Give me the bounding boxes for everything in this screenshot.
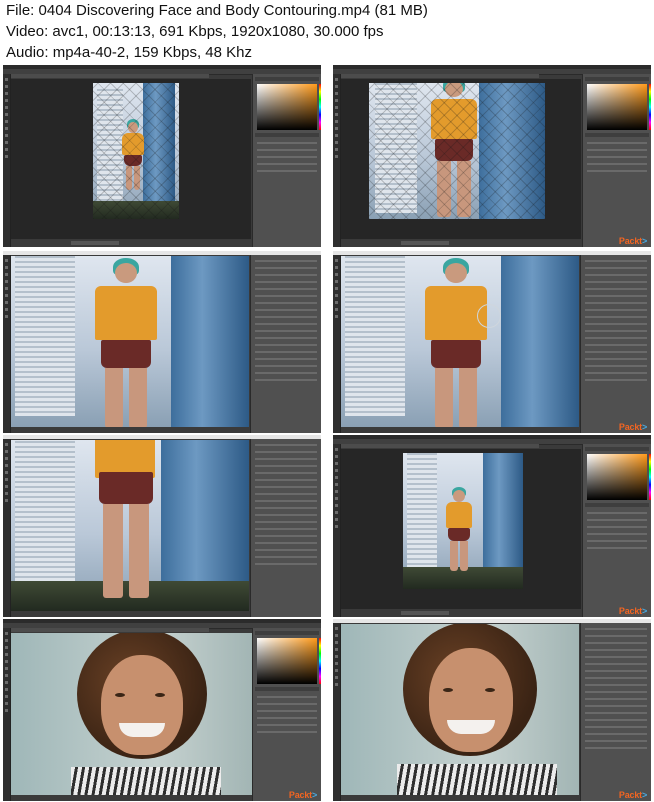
color-picker[interactable] <box>587 84 651 130</box>
liquify-tools[interactable] <box>333 623 341 801</box>
portrait-photo <box>341 624 579 795</box>
canvas[interactable] <box>341 79 581 239</box>
liquify-panel[interactable] <box>580 623 651 801</box>
properties-panel[interactable] <box>582 74 651 247</box>
portrait-photo <box>11 633 253 795</box>
brush-cursor <box>477 304 501 328</box>
status-bar <box>341 239 581 247</box>
color-picker[interactable] <box>587 454 651 500</box>
tools-panel[interactable] <box>333 444 341 617</box>
packt-logo: Packt> <box>618 606 647 616</box>
color-picker[interactable] <box>257 84 321 130</box>
thumbnail-7[interactable]: Packt> <box>2 618 322 802</box>
tools-panel[interactable] <box>333 74 341 247</box>
thumbnail-4[interactable]: Packt> <box>332 250 652 434</box>
status-bar <box>11 239 251 247</box>
video-info: Video: avc1, 00:13:13, 691 Kbps, 1920x10… <box>6 23 384 40</box>
packt-logo: Packt> <box>618 422 647 432</box>
document-tab[interactable] <box>9 74 209 78</box>
photo <box>403 453 523 589</box>
tools-panel[interactable] <box>3 628 11 801</box>
properties-panel[interactable] <box>582 444 651 617</box>
document-tab[interactable] <box>339 444 539 448</box>
color-picker[interactable] <box>257 638 321 684</box>
packt-logo: Packt> <box>618 236 647 246</box>
liquify-tools[interactable] <box>333 255 341 433</box>
thumbnail-6[interactable]: Packt> <box>332 434 652 618</box>
properties-panel[interactable] <box>252 74 321 247</box>
photo <box>93 83 179 219</box>
canvas[interactable] <box>11 79 251 239</box>
file-info: File: 0404 Discovering Face and Body Con… <box>6 2 428 19</box>
document-tab[interactable] <box>9 628 209 632</box>
photo <box>341 256 579 427</box>
canvas[interactable] <box>341 449 581 609</box>
tools-panel[interactable] <box>3 74 11 247</box>
liquify-panel[interactable] <box>250 439 321 617</box>
thumbnail-2[interactable]: Packt> <box>332 64 652 248</box>
status-bar <box>341 609 581 617</box>
liquify-panel[interactable] <box>580 255 651 433</box>
photo <box>369 83 545 219</box>
photo <box>11 256 249 427</box>
thumbnail-3[interactable] <box>2 250 322 434</box>
audio-info: Audio: mp4a-40-2, 159 Kbps, 48 Khz <box>6 44 252 61</box>
packt-logo: Packt> <box>288 790 317 800</box>
liquify-tools[interactable] <box>3 439 11 617</box>
packt-logo: Packt> <box>618 790 647 800</box>
photo <box>11 440 249 611</box>
liquify-panel[interactable] <box>250 255 321 433</box>
properties-panel[interactable] <box>252 628 321 801</box>
liquify-tools[interactable] <box>3 255 11 433</box>
document-tab[interactable] <box>339 74 539 78</box>
thumbnail-1[interactable] <box>2 64 322 248</box>
thumbnail-8[interactable]: Packt> <box>332 618 652 802</box>
thumbnail-5[interactable] <box>2 434 322 618</box>
